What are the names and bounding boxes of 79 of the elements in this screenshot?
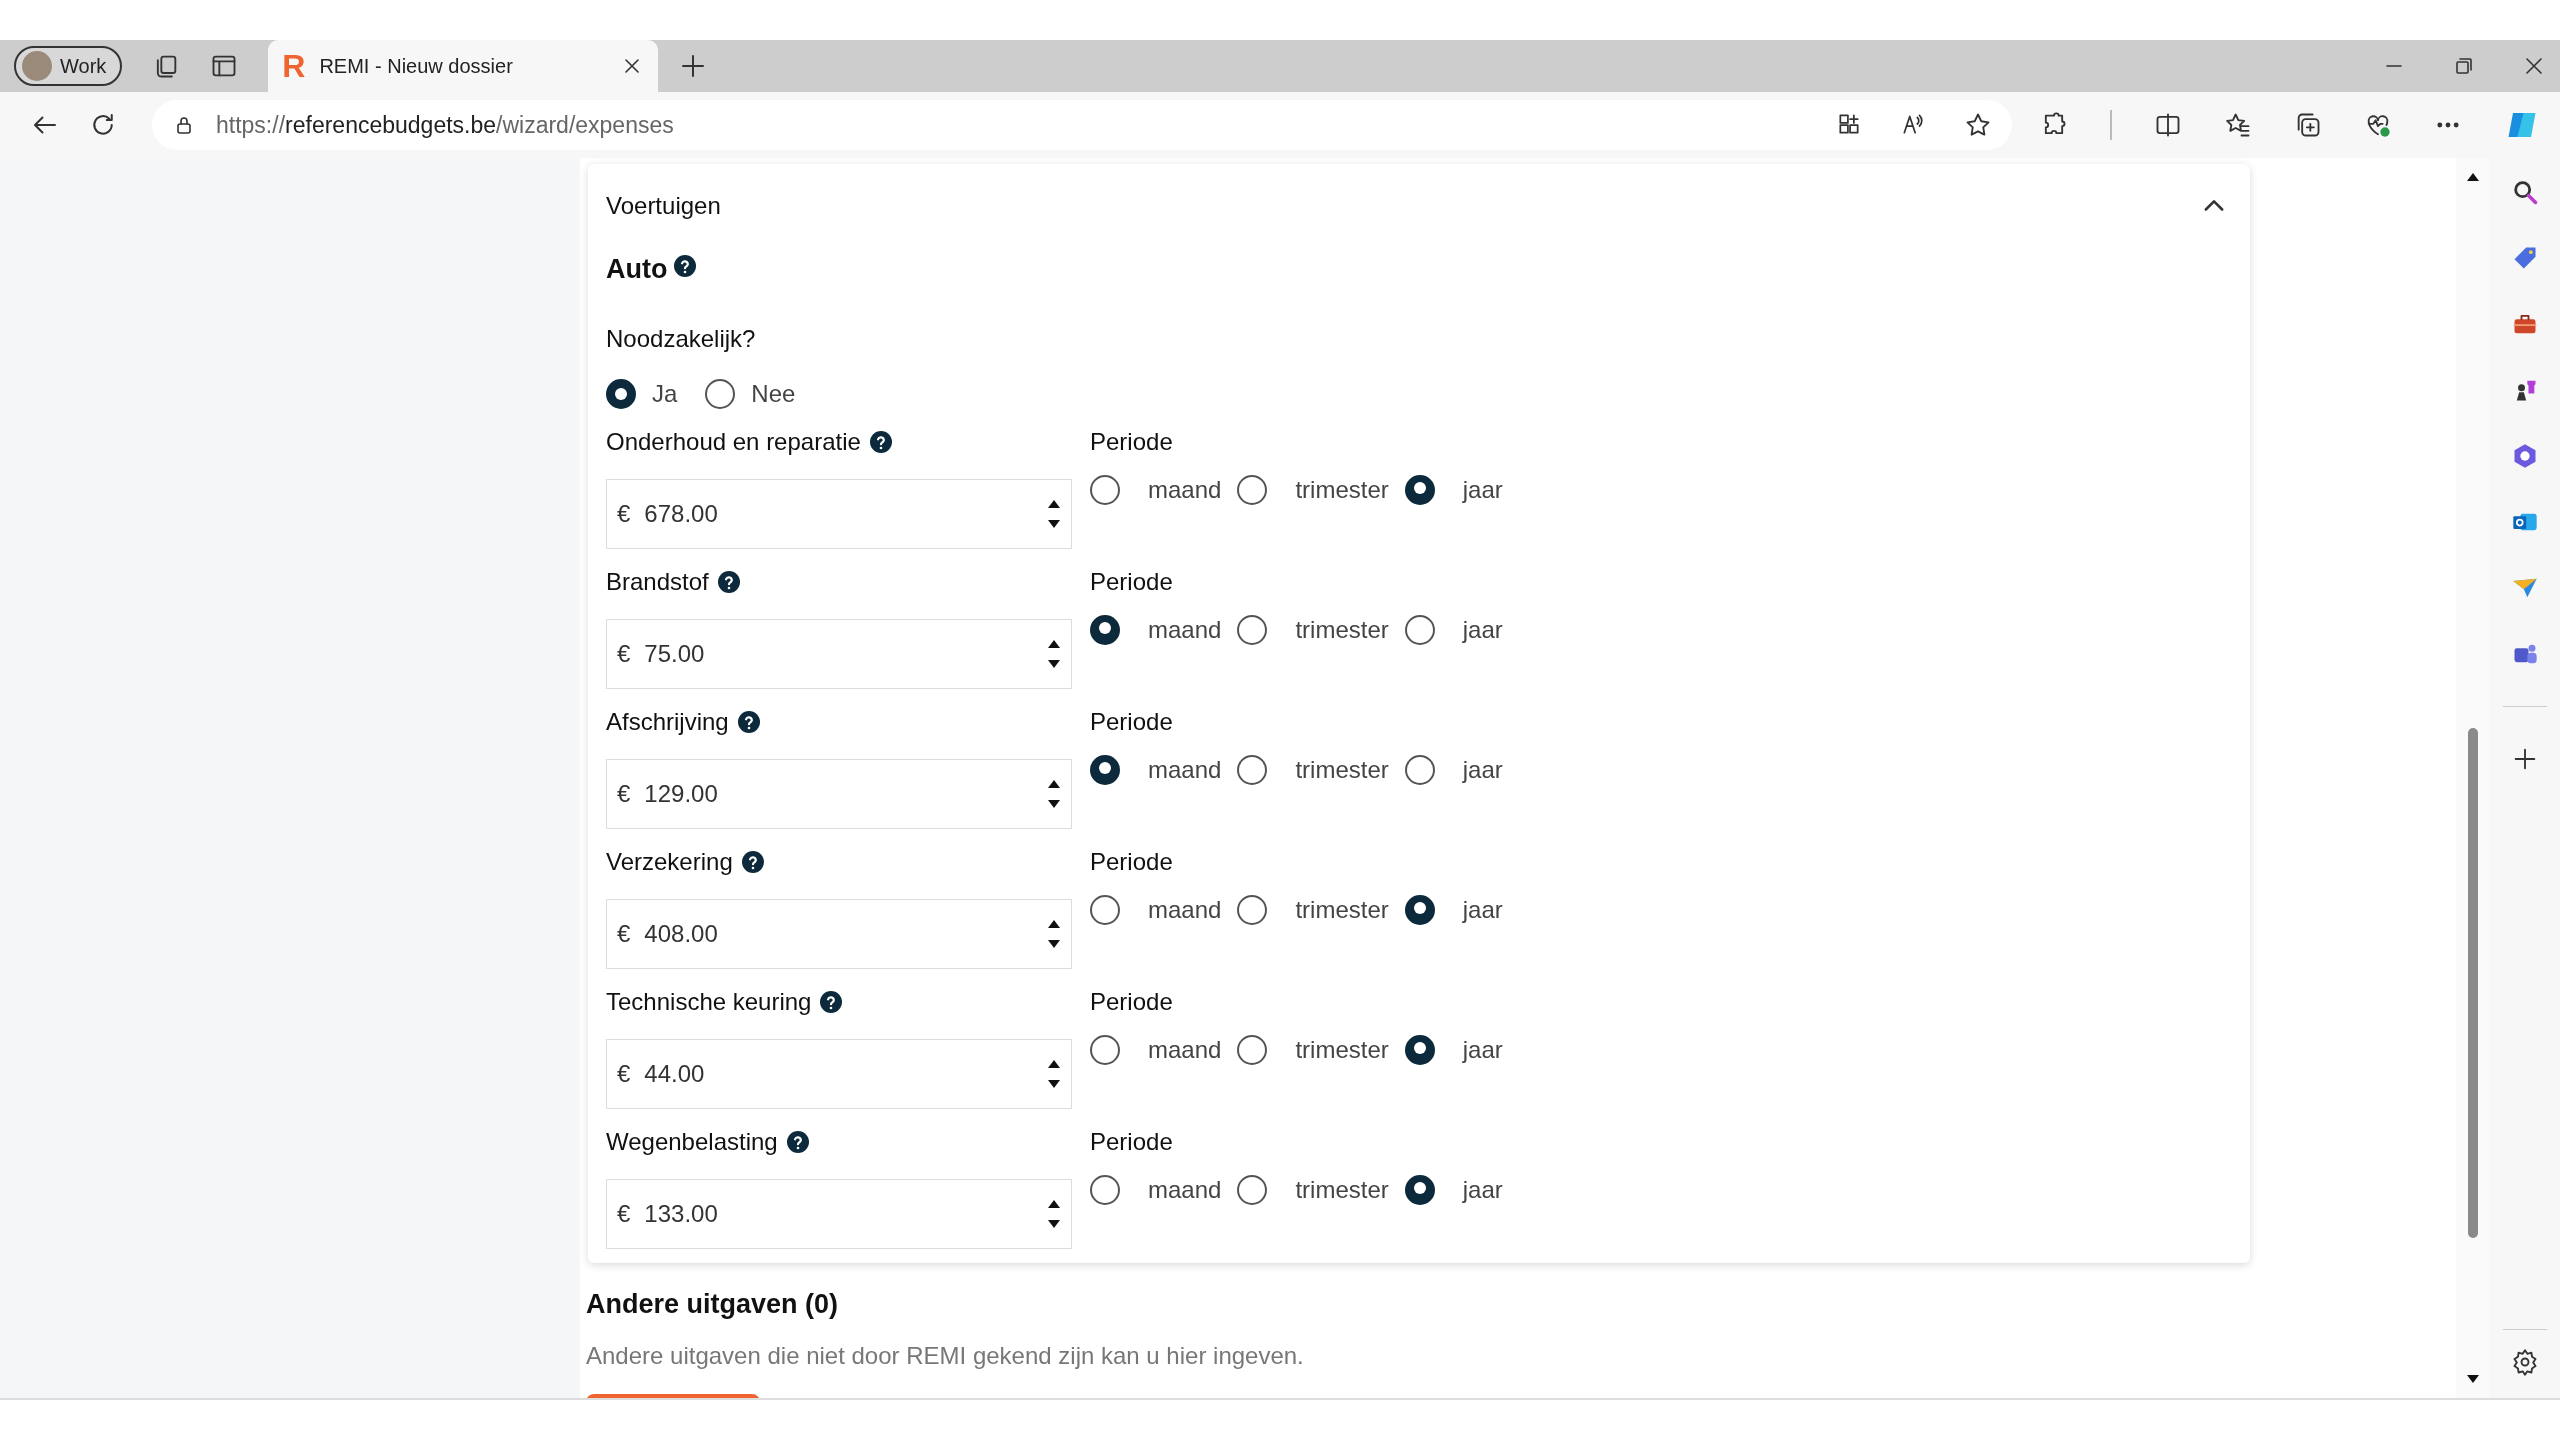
help-icon[interactable] xyxy=(736,710,761,734)
option-label: jaar xyxy=(1462,756,1503,784)
help-icon[interactable] xyxy=(740,850,765,874)
option-label: jaar xyxy=(1462,476,1503,504)
radio-button[interactable] xyxy=(1090,895,1120,925)
period-label: Periode xyxy=(1090,1128,1173,1156)
section-title: Voertuigen xyxy=(606,192,721,220)
browser-tab[interactable]: R REMI - Nieuw dossier xyxy=(268,40,659,92)
option-label: jaar xyxy=(1462,1176,1503,1204)
amount-field[interactable]: € 133.00 xyxy=(606,1179,1072,1249)
radio-button[interactable] xyxy=(1237,895,1268,925)
option-label: trimester xyxy=(1295,1176,1389,1204)
subsection-title: Auto xyxy=(606,254,668,285)
field-label: Wegenbelasting xyxy=(606,1128,778,1156)
field-label: Onderhoud en reparatie xyxy=(606,428,861,456)
option-label: trimester xyxy=(1295,896,1389,924)
help-icon[interactable] xyxy=(716,570,741,594)
radio-button[interactable] xyxy=(1404,755,1435,785)
period-label: Periode xyxy=(1090,568,1173,596)
field-label: Brandstof xyxy=(606,568,709,596)
radio-button[interactable] xyxy=(1090,755,1120,785)
search-icon[interactable] xyxy=(2511,178,2539,206)
radio-button[interactable] xyxy=(705,379,736,409)
star-icon[interactable] xyxy=(1964,111,1992,139)
section-heading: Andere uitgaven (0) xyxy=(586,1289,840,1320)
radio-button[interactable] xyxy=(1237,475,1268,505)
period-label: Periode xyxy=(1090,848,1173,876)
radio-button[interactable] xyxy=(1090,1175,1120,1205)
radio-button[interactable] xyxy=(1090,615,1120,645)
option-label: jaar xyxy=(1462,896,1503,924)
favorites-icon[interactable] xyxy=(2224,111,2252,139)
radio-button[interactable] xyxy=(1237,1175,1268,1205)
profile-button[interactable]: Work xyxy=(14,46,123,86)
option-label: trimester xyxy=(1295,476,1389,504)
option-label: trimester xyxy=(1295,1036,1389,1064)
amount-field[interactable]: € 129.00 xyxy=(606,759,1072,829)
help-icon[interactable] xyxy=(868,430,893,454)
amount-field[interactable]: € 408.00 xyxy=(606,899,1072,969)
option-label: Ja xyxy=(652,380,678,408)
radio-button[interactable] xyxy=(1237,755,1268,785)
option-label: maand xyxy=(1148,1036,1222,1064)
field-label: Technische keuring xyxy=(606,988,812,1016)
option-label: maand xyxy=(1148,616,1222,644)
radio-button[interactable] xyxy=(1404,615,1435,645)
question-label: Noodzakelijk? xyxy=(606,325,757,353)
help-icon[interactable] xyxy=(673,254,698,278)
radio-button[interactable] xyxy=(1237,615,1268,645)
amount-field[interactable]: € 678.00 xyxy=(606,479,1072,549)
option-label: trimester xyxy=(1295,756,1389,784)
split-screen-icon[interactable] xyxy=(2154,111,2182,139)
radio-button[interactable] xyxy=(1090,475,1120,505)
amount-field[interactable]: € 44.00 xyxy=(606,1039,1072,1109)
scrollbar-thumb[interactable] xyxy=(2468,728,2478,1238)
option-label: maand xyxy=(1148,476,1222,504)
option-label: maand xyxy=(1148,756,1222,784)
radio-button[interactable] xyxy=(1404,895,1435,925)
radio-button[interactable] xyxy=(1237,1035,1268,1065)
option-label: Nee xyxy=(751,380,796,408)
radio-button[interactable] xyxy=(1404,475,1435,505)
option-label: maand xyxy=(1148,1176,1222,1204)
period-label: Periode xyxy=(1090,708,1173,736)
field-label: Afschrijving xyxy=(606,708,729,736)
option-label: jaar xyxy=(1462,616,1503,644)
description-text: Andere uitgaven die niet door REMI gekend zijn kan u hier ingeven. xyxy=(586,1342,1305,1370)
period-label: Periode xyxy=(1090,988,1173,1016)
option-label: trimester xyxy=(1295,616,1389,644)
field-label: Verzekering xyxy=(606,848,733,876)
radio-button[interactable] xyxy=(606,379,636,409)
radio-button[interactable] xyxy=(1404,1035,1435,1065)
radio-button[interactable] xyxy=(1404,1175,1435,1205)
app-grid-icon[interactable] xyxy=(1836,111,1862,137)
option-label: maand xyxy=(1148,896,1222,924)
amount-field[interactable]: € 75.00 xyxy=(606,619,1072,689)
help-icon[interactable] xyxy=(819,990,844,1014)
period-label: Periode xyxy=(1090,428,1173,456)
option-label: jaar xyxy=(1462,1036,1503,1064)
settings-icon[interactable] xyxy=(2511,1348,2539,1376)
help-icon[interactable] xyxy=(785,1130,810,1154)
radio-button[interactable] xyxy=(1090,1035,1120,1065)
